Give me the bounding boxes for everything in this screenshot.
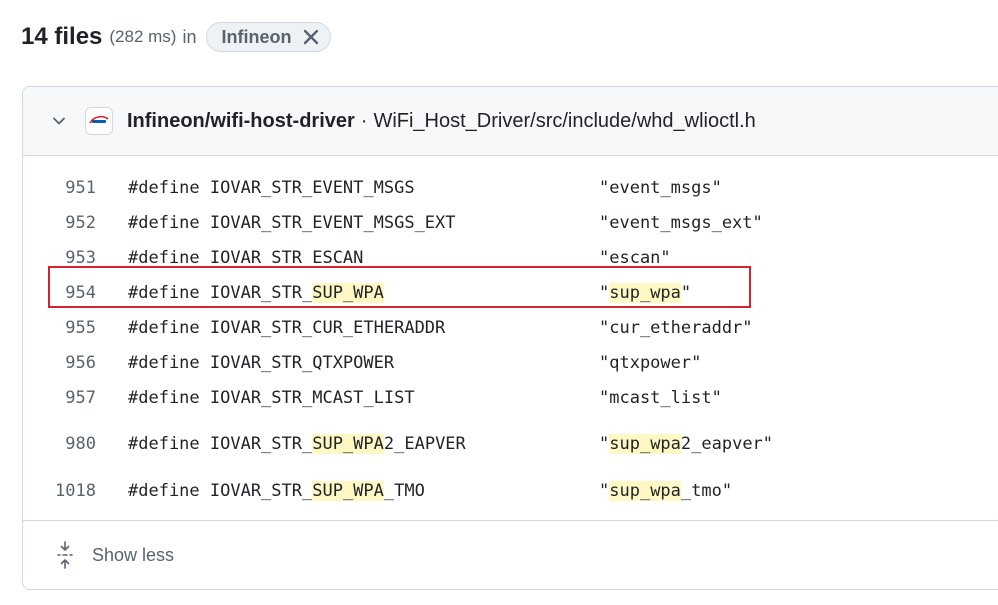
code-text: #define IOVAR_STR_ [128,481,313,501]
show-less-label: Show less [92,544,175,565]
match-highlight: sup_wpa [609,434,681,454]
code-text: _tmo" [680,481,733,501]
result-header: Infineon/wifi-host-driver · WiFi_Host_Dr… [23,87,998,156]
code-text: "mcast_list" [599,388,722,408]
code-line: 956 #define IOVAR_STR_QTXPOWER "qtxpower" [23,349,998,377]
line-number[interactable]: 953 [26,244,96,272]
define-text: #define IOVAR_STR_CUR_ETHERADDR [128,314,445,342]
code-line: 980 #define IOVAR_STR_SUP_WPA2_EAPVER "sup… [23,430,998,458]
line-number[interactable]: 955 [26,314,96,342]
code-text: 2_eapver" [680,434,774,454]
code-text: #define IOVAR_STR_ESCAN [128,248,364,268]
code-line: 952 #define IOVAR_STR_EVENT_MSGS_EXT "even… [23,209,998,237]
define-text: #define IOVAR_STR_ESCAN [128,244,363,272]
code-text: "escan" [599,248,671,268]
code-text: #define IOVAR_STR_MCAST_LIST [128,388,415,408]
repo-link[interactable]: Infineon/wifi-host-driver [127,110,355,133]
search-results-summary: 14 files (282 ms) in Infineon [21,20,332,54]
define-text: #define IOVAR_STR_SUP_WPA2_EAPVER [128,430,466,458]
code-line: 957 #define IOVAR_STR_MCAST_LIST "mcast_li… [23,384,998,412]
code-text: "qtxpower" [599,353,702,373]
define-text: #define IOVAR_STR_QTXPOWER [128,349,394,377]
line-number[interactable]: 957 [26,384,96,412]
match-highlight: SUP_WPA [312,434,384,454]
match-highlight: sup_wpa [609,481,681,501]
value-text: "sup_wpa" [599,279,691,307]
code-line: 1018 #define IOVAR_STR_SUP_WPA_TMO "sup_wp… [23,477,998,505]
value-text: "qtxpower" [599,349,701,377]
line-number[interactable]: 952 [26,209,96,237]
define-text: #define IOVAR_STR_SUP_WPA_TMO [128,477,425,505]
define-text: #define IOVAR_STR_EVENT_MSGS [128,174,415,202]
code-text: "cur_etheraddr" [599,318,753,338]
chevron-down-icon[interactable] [48,110,70,132]
fold-icon [54,540,76,570]
match-highlight: sup_wpa [609,283,681,303]
infineon-logo-icon [85,107,113,135]
code-line: 953 #define IOVAR_STR_ESCAN "escan" [23,244,998,272]
code-text: " [599,283,610,303]
search-timing: (282 ms) [109,27,177,46]
value-text: "escan" [599,244,671,272]
path-separator: · [360,109,368,132]
code-text: #define IOVAR_STR_EVENT_MSGS_EXT [128,213,456,233]
match-highlight: SUP_WPA [312,283,384,303]
line-number[interactable]: 954 [26,279,96,307]
match-highlight: SUP_WPA [312,481,384,501]
value-text: "sup_wpa2_eapver" [599,430,773,458]
code-text: 2_EAPVER [383,434,466,454]
value-text: "mcast_list" [599,384,722,412]
code-text: "event_msgs" [599,178,722,198]
code-text: #define IOVAR_STR_EVENT_MSGS [128,178,415,198]
line-number[interactable]: 980 [26,430,96,458]
code-text: " [680,283,692,303]
define-text: #define IOVAR_STR_MCAST_LIST [128,384,415,412]
value-text: "event_msgs_ext" [599,209,763,237]
code-line: 951 #define IOVAR_STR_EVENT_MSGS "event_ms… [23,174,998,202]
result-count: 14 files [21,23,103,50]
file-path-link[interactable]: WiFi_Host_Driver/src/include/whd_wlioctl… [373,110,755,133]
org-filter-chip: Infineon [206,22,332,52]
code-text: _TMO [383,481,425,501]
code-text: #define IOVAR_STR_QTXPOWER [128,353,395,373]
code-text: #define IOVAR_STR_ [128,434,313,454]
define-text: #define IOVAR_STR_EVENT_MSGS_EXT [128,209,456,237]
line-number[interactable]: 951 [26,174,96,202]
search-result-card: Infineon/wifi-host-driver · WiFi_Host_Dr… [22,86,998,590]
show-less-button[interactable]: Show less [23,520,998,589]
value-text: "sup_wpa_tmo" [599,477,732,505]
code-text: " [599,434,610,454]
value-text: "cur_etheraddr" [599,314,753,342]
x-icon[interactable] [300,26,322,48]
code-text: "event_msgs_ext" [599,213,763,233]
org-filter-label: Infineon [221,26,292,47]
code-line: 955 #define IOVAR_STR_CUR_ETHERADDR "cur_e… [23,314,998,342]
line-number[interactable]: 956 [26,349,96,377]
line-number[interactable]: 1018 [26,477,96,505]
scope-prefix: in [182,26,197,47]
code-text: #define IOVAR_STR_CUR_ETHERADDR [128,318,446,338]
code-line: 954 #define IOVAR_STR_SUP_WPA "sup_wpa" [23,279,998,307]
define-text: #define IOVAR_STR_SUP_WPA [128,279,384,307]
code-text: " [599,481,610,501]
value-text: "event_msgs" [599,174,722,202]
code-text: #define IOVAR_STR_ [128,283,313,303]
